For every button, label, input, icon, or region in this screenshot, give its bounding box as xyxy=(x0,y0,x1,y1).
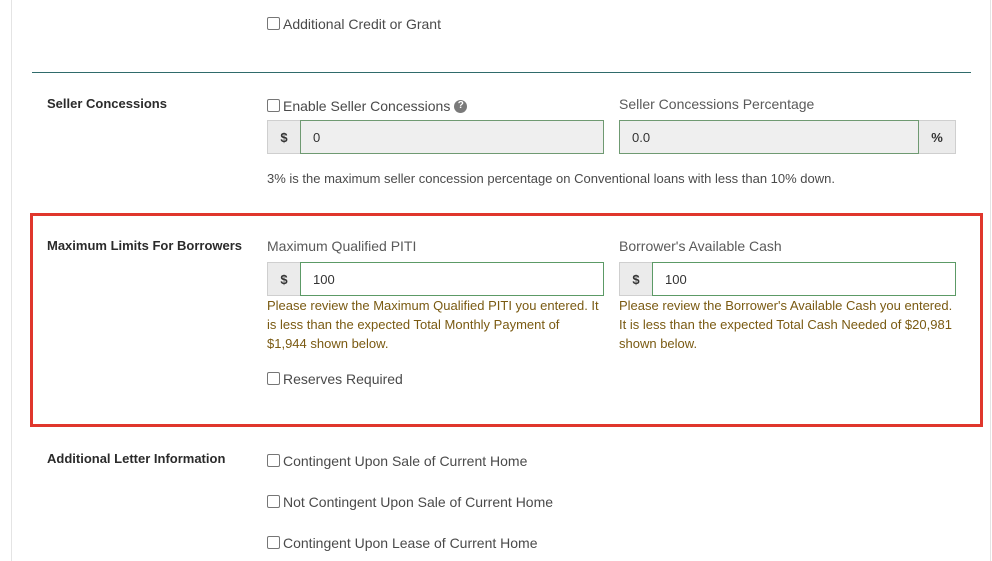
borrowers-available-cash-group: $ 100 xyxy=(619,262,956,296)
dollar-prefix: $ xyxy=(619,262,652,296)
letter-option-row[interactable]: Not Contingent Upon Sale of Current Home xyxy=(267,494,553,510)
letter-option-label: Contingent Upon Lease of Current Home xyxy=(283,535,538,551)
help-icon[interactable]: ? xyxy=(454,99,468,113)
reserves-required-checkbox[interactable] xyxy=(267,371,280,385)
cash-warning-message: Please review the Borrower's Available C… xyxy=(619,296,969,353)
borrowers-available-cash-label: Borrower's Available Cash xyxy=(619,238,782,254)
maximum-limits-section-label: Maximum Limits For Borrowers xyxy=(47,238,243,253)
additional-credit-label: Additional Credit or Grant xyxy=(283,16,441,32)
page-border-right xyxy=(990,0,991,561)
contingent-lease-checkbox[interactable] xyxy=(267,535,280,549)
dollar-prefix: $ xyxy=(267,120,300,154)
piti-warning-line: Please review the Maximum Qualified PITI… xyxy=(267,298,599,313)
seller-concessions-percentage-input[interactable]: 0.0 xyxy=(619,120,919,154)
cash-warning-line: It is less than the expected Total Cash … xyxy=(619,317,952,332)
cash-warning-line: Please review the Borrower's Available C… xyxy=(619,298,953,313)
seller-concessions-amount-group: $ 0 xyxy=(267,120,604,154)
reserves-required-row[interactable]: Reserves Required xyxy=(267,371,403,387)
maximum-qualified-piti-group: $ 100 xyxy=(267,262,604,296)
additional-letter-section-label: Additional Letter Information xyxy=(47,451,226,466)
seller-concessions-percentage-group: 0.0 % xyxy=(619,120,956,154)
letter-option-label: Not Contingent Upon Sale of Current Home xyxy=(283,494,554,510)
additional-credit-checkbox[interactable] xyxy=(267,16,280,30)
piti-warning-line: $1,944 shown below. xyxy=(267,336,389,351)
piti-warning-line: is less than the expected Total Monthly … xyxy=(267,317,560,332)
seller-concessions-section-label: Seller Concessions xyxy=(47,96,167,111)
cash-warning-line: shown below. xyxy=(619,336,698,351)
maximum-qualified-piti-label: Maximum Qualified PITI xyxy=(267,238,417,254)
borrowers-available-cash-input[interactable]: 100 xyxy=(652,262,956,296)
letter-option-row[interactable]: Contingent Upon Sale of Current Home xyxy=(267,453,527,469)
seller-concessions-amount-input[interactable]: 0 xyxy=(300,120,604,154)
letter-option-label: Contingent Upon Sale of Current Home xyxy=(283,453,528,469)
piti-warning-message: Please review the Maximum Qualified PITI… xyxy=(267,296,612,353)
seller-concessions-percentage-label: Seller Concessions Percentage xyxy=(619,96,815,112)
additional-credit-checkbox-row[interactable]: Additional Credit or Grant xyxy=(267,16,441,32)
reserves-required-label: Reserves Required xyxy=(283,371,403,387)
enable-seller-concessions-label: Enable Seller Concessions xyxy=(283,98,451,114)
not-contingent-sale-checkbox[interactable] xyxy=(267,494,280,508)
enable-seller-concessions-checkbox[interactable] xyxy=(267,98,280,112)
seller-concessions-note: 3% is the maximum seller concession perc… xyxy=(267,171,835,186)
percent-suffix: % xyxy=(919,120,956,154)
section-divider xyxy=(32,72,971,73)
dollar-prefix: $ xyxy=(267,262,300,296)
enable-seller-concessions-row[interactable]: Enable Seller Concessions ? xyxy=(267,98,468,114)
letter-option-row[interactable]: Contingent Upon Lease of Current Home xyxy=(267,535,537,551)
maximum-qualified-piti-input[interactable]: 100 xyxy=(300,262,604,296)
page-border-left xyxy=(11,0,12,561)
contingent-sale-checkbox[interactable] xyxy=(267,453,280,467)
